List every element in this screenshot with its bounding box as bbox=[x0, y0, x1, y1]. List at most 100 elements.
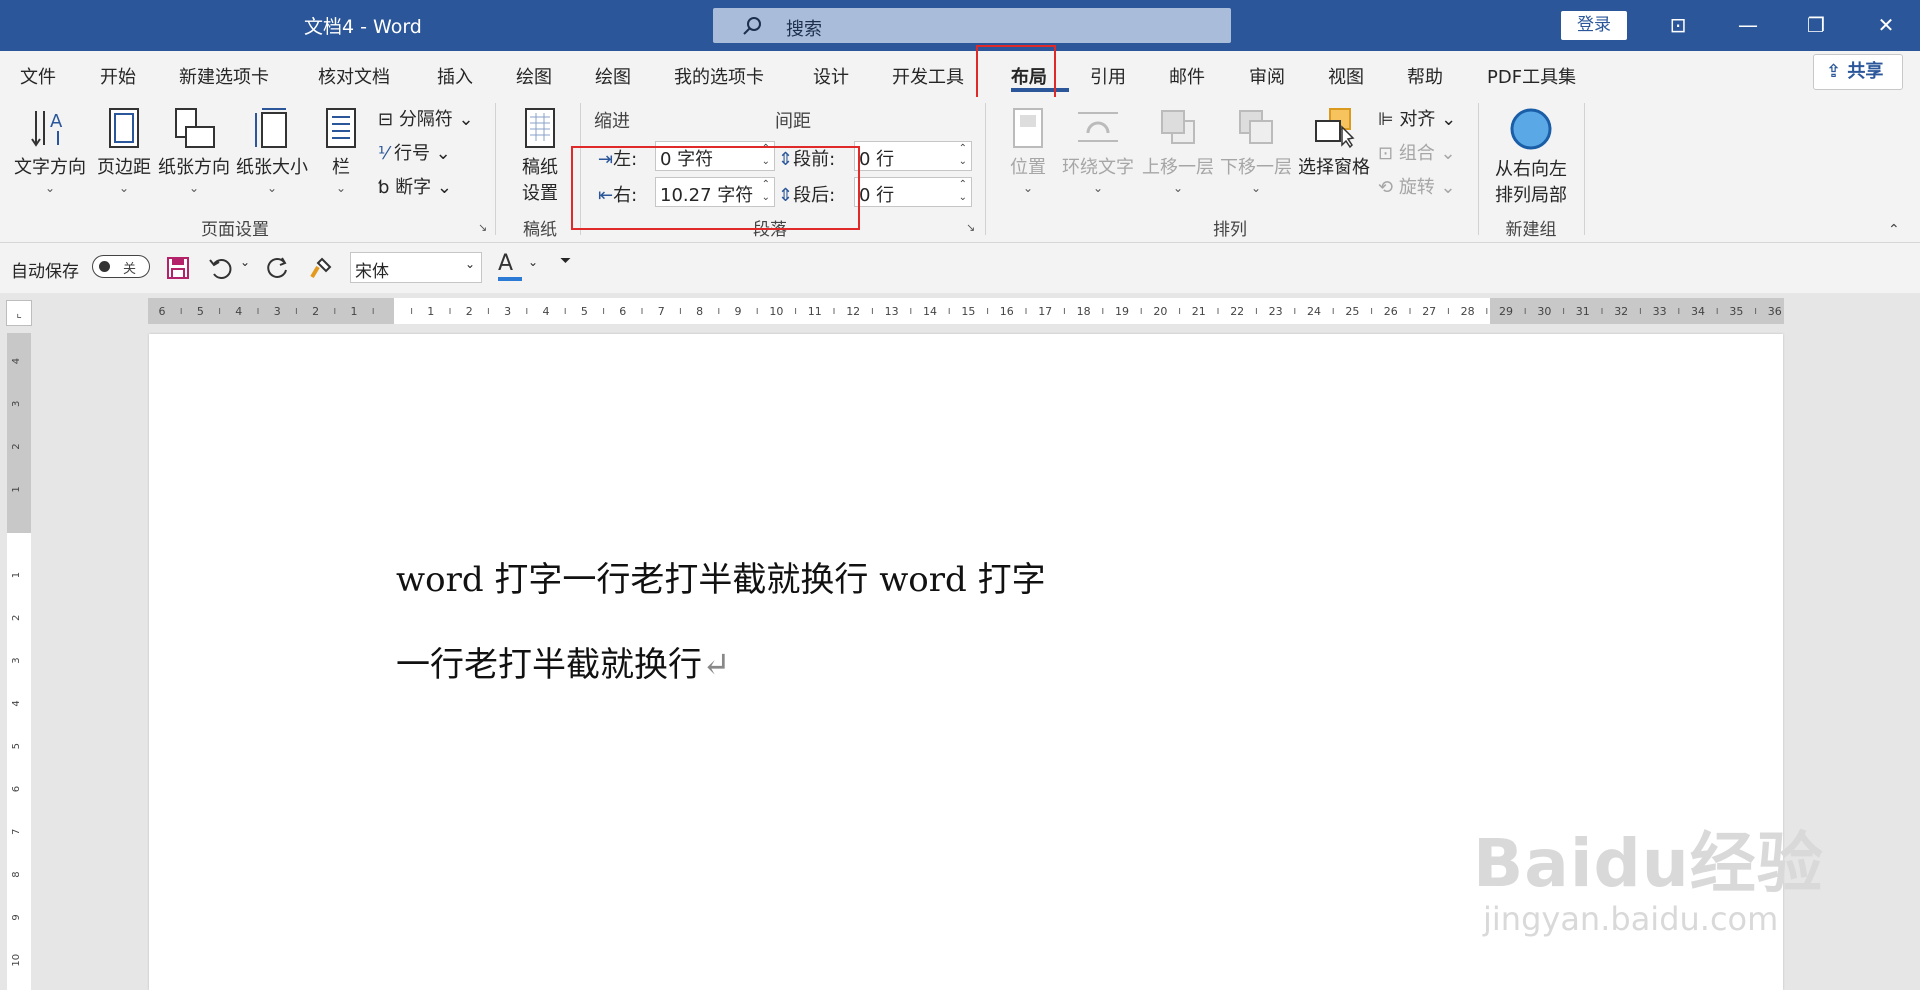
rotate-icon: ⟲ bbox=[1378, 177, 1399, 198]
group-label: 组合 bbox=[1398, 143, 1435, 164]
orientation-button[interactable]: 纸张方向 ⌄ bbox=[156, 107, 232, 195]
ribbon-display-options-button[interactable]: ⊡ bbox=[1648, 0, 1708, 51]
font-color-icon: A bbox=[498, 251, 514, 276]
manuscript-settings-button[interactable]: 稿纸 设置 bbox=[512, 107, 568, 205]
tab-selector-icon[interactable]: ⌞ bbox=[6, 300, 32, 326]
window-title: 文档4 - Word bbox=[304, 16, 422, 38]
size-button[interactable]: 纸张大小 ⌄ bbox=[234, 107, 310, 195]
group-divider bbox=[985, 103, 986, 235]
redo-icon[interactable] bbox=[266, 256, 290, 280]
ruler-number: 33 bbox=[1653, 305, 1667, 318]
group-label-new-group: 新建组 bbox=[1505, 220, 1557, 240]
rtl-layout-button[interactable]: 从右向左 排列局部 bbox=[1490, 107, 1572, 207]
ruler-number: 23 bbox=[1269, 305, 1283, 318]
wrap-text-button[interactable]: 环绕文字 ⌄ bbox=[1058, 107, 1138, 195]
breaks-button[interactable]: ⊟ 分隔符 ⌄ bbox=[378, 105, 474, 131]
tab-draw-1[interactable]: 绘图 bbox=[516, 63, 552, 89]
font-color-dropdown-icon[interactable]: ⌄ bbox=[528, 255, 538, 269]
tab-mailings[interactable]: 邮件 bbox=[1169, 63, 1205, 89]
position-label: 位置 bbox=[1010, 157, 1046, 178]
ruler-number: 1 bbox=[351, 305, 358, 318]
spinner-arrows-icon[interactable]: ⌃ ⌄ bbox=[959, 178, 967, 204]
ruler-number: 7 bbox=[658, 305, 665, 318]
tab-new-tab[interactable]: 新建选项卡 bbox=[179, 63, 269, 89]
tab-home[interactable]: 开始 bbox=[100, 63, 136, 89]
ruler-number: 17 bbox=[1038, 305, 1052, 318]
columns-icon bbox=[326, 108, 356, 148]
signin-button[interactable]: 登录 bbox=[1561, 11, 1627, 40]
selection-pane-icon bbox=[1315, 108, 1355, 149]
send-backward-icon bbox=[1239, 110, 1273, 144]
group-objects-icon: ⊡ bbox=[1378, 143, 1399, 164]
spinner-arrows-icon[interactable]: ⌃ ⌄ bbox=[959, 142, 967, 168]
margins-button[interactable]: 页边距 ⌄ bbox=[92, 107, 156, 195]
tab-review[interactable]: 审阅 bbox=[1249, 63, 1285, 89]
indent-heading: 缩进 bbox=[594, 111, 630, 132]
ruler-number: 28 bbox=[1461, 305, 1475, 318]
ruler-number: 4 bbox=[235, 305, 242, 318]
position-button[interactable]: 位置 ⌄ bbox=[1004, 107, 1052, 195]
page-setup-launcher-icon[interactable]: ↘ bbox=[478, 221, 490, 234]
align-button[interactable]: ⊫ 对齐 ⌄ bbox=[1378, 105, 1456, 131]
undo-icon[interactable] bbox=[208, 256, 234, 280]
ruler-number: 16 bbox=[1000, 305, 1014, 318]
wrap-text-label: 环绕文字 bbox=[1062, 157, 1134, 178]
tab-proofread[interactable]: 核对文档 bbox=[318, 63, 390, 89]
watermark: Baidu经验 jingyan.baidu.com bbox=[1473, 780, 1833, 950]
font-name-select[interactable]: 宋体 ⌄ bbox=[350, 252, 482, 283]
font-color-button[interactable]: A bbox=[498, 251, 526, 281]
tab-pdf-tools[interactable]: PDF工具集 bbox=[1487, 63, 1576, 89]
chevron-down-icon: ⌄ bbox=[188, 181, 200, 195]
line-numbers-button[interactable]: ⅟ 行号 ⌄ bbox=[378, 139, 451, 165]
document-line-2[interactable]: 一行老打半截就换行↵ bbox=[396, 637, 731, 686]
document-line-1[interactable]: word 打字一行老打半截就换行 word 打字 bbox=[396, 552, 1046, 601]
tab-help[interactable]: 帮助 bbox=[1407, 63, 1443, 89]
ruler-number: 4 bbox=[543, 305, 550, 318]
group-button[interactable]: ⊡ 组合 ⌄ bbox=[1378, 139, 1456, 165]
tab-file[interactable]: 文件 bbox=[20, 63, 56, 89]
chevron-down-icon: ⌄ bbox=[1250, 181, 1262, 195]
rotate-button[interactable]: ⟲ 旋转 ⌄ bbox=[1378, 173, 1456, 199]
tab-developer[interactable]: 开发工具 bbox=[892, 63, 964, 89]
tab-references[interactable]: 引用 bbox=[1090, 63, 1126, 89]
text-direction-button[interactable]: A 文字方向 ⌄ bbox=[12, 107, 88, 195]
tab-my-tab[interactable]: 我的选项卡 bbox=[674, 63, 764, 89]
send-backward-button[interactable]: 下移一层 ⌄ bbox=[1218, 107, 1294, 195]
rtl-layout-label-line1: 从右向左 bbox=[1495, 159, 1567, 180]
save-icon[interactable] bbox=[166, 256, 190, 280]
bring-forward-button[interactable]: 上移一层 ⌄ bbox=[1140, 107, 1216, 195]
ruler-number: 7 bbox=[11, 829, 22, 835]
selection-pane-button[interactable]: 选择窗格 bbox=[1296, 107, 1372, 179]
ruler-number: 13 bbox=[885, 305, 899, 318]
ruler-number: 3 bbox=[274, 305, 281, 318]
minimize-button[interactable]: — bbox=[1718, 0, 1778, 51]
columns-label: 栏 bbox=[332, 157, 350, 178]
ruler-number: 2 bbox=[11, 443, 22, 449]
spacing-before-input[interactable]: 0 行 ⌃ ⌄ bbox=[854, 141, 972, 171]
tab-view[interactable]: 视图 bbox=[1328, 63, 1364, 89]
tab-design[interactable]: 设计 bbox=[813, 63, 849, 89]
columns-button[interactable]: 栏 ⌄ bbox=[318, 107, 364, 195]
group-label-page-setup: 页面设置 bbox=[201, 220, 269, 240]
search-input[interactable]: 搜索 bbox=[713, 8, 1231, 43]
ruler-number: 36 bbox=[1768, 305, 1782, 318]
spacing-after-input[interactable]: 0 行 ⌃ ⌄ bbox=[854, 177, 972, 207]
line-numbers-label: 行号 bbox=[393, 143, 430, 164]
hyphenation-button[interactable]: ƅ 断字 ⌄ bbox=[378, 173, 452, 199]
autosave-toggle[interactable]: 关 bbox=[92, 255, 150, 278]
breaks-label: 分隔符 bbox=[398, 109, 453, 130]
close-button[interactable]: ✕ bbox=[1856, 0, 1916, 51]
undo-dropdown-icon[interactable]: ⌄ bbox=[240, 255, 250, 269]
paragraph-launcher-icon[interactable]: ↘ bbox=[966, 221, 978, 234]
share-button[interactable]: ⇪ 共享 bbox=[1813, 54, 1903, 90]
tab-draw-2[interactable]: 绘图 bbox=[595, 63, 631, 89]
ruler-number: 12 bbox=[846, 305, 860, 318]
text-direction-label: 文字方向 bbox=[14, 157, 86, 178]
collapse-ribbon-icon[interactable]: ⌃ bbox=[1888, 222, 1900, 238]
tab-insert[interactable]: 插入 bbox=[437, 63, 473, 89]
vertical-ruler[interactable]: 4 3 2 1 1 2 3 4 5 6 7 8 9 10 bbox=[7, 333, 31, 990]
horizontal-ruler[interactable]: 6 5 4 3 2 1 1 2 3 4 5 6 7 8 9 10 11 12 13 14 15 16 17 18 19 20 21 2… bbox=[148, 298, 1784, 324]
customize-qat-icon[interactable]: ⏷ bbox=[560, 253, 571, 269]
format-painter-icon[interactable] bbox=[308, 255, 334, 281]
restore-button[interactable]: ❐ bbox=[1786, 0, 1846, 51]
